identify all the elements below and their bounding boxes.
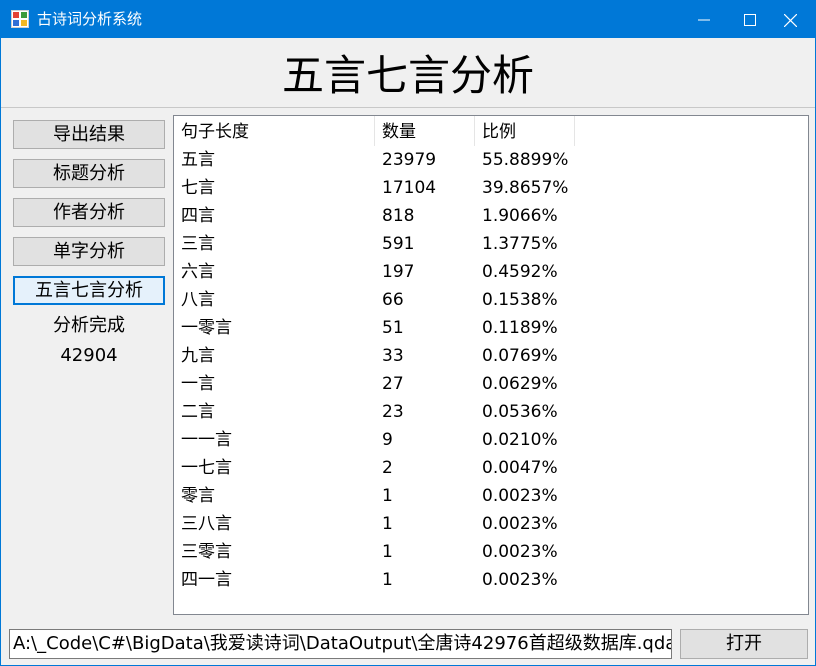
- column-header-ratio[interactable]: 比例: [475, 116, 575, 146]
- length-cell: 一零言: [181, 318, 232, 338]
- length-cell: 四一言: [181, 570, 232, 590]
- length-cell: 三言: [181, 234, 215, 254]
- ratio-cell: 0.1538%: [482, 290, 558, 310]
- results-list-view[interactable]: 句子长度 数量 比例 五言 23979 55.8899% 七言 17104 39.8657…: [173, 115, 809, 615]
- list-header: 句子长度 数量 比例: [174, 116, 808, 146]
- table-row[interactable]: 三八言 1 0.0023%: [174, 510, 808, 538]
- close-button[interactable]: [767, 1, 813, 38]
- page-title: 五言七言分析: [281, 51, 534, 100]
- column-header-count[interactable]: 数量: [375, 116, 475, 146]
- table-row[interactable]: 六言 197 0.4592%: [174, 258, 808, 286]
- app-grid-icon: [11, 10, 29, 28]
- status-text: 分析完成: [53, 315, 125, 336]
- character-analysis-button[interactable]: 单字分析: [13, 237, 165, 266]
- table-row[interactable]: 九言 33 0.0769%: [174, 342, 808, 370]
- author-analysis-button[interactable]: 作者分析: [13, 198, 165, 227]
- count-cell: 66: [382, 290, 404, 310]
- table-row[interactable]: 一一言 9 0.0210%: [174, 426, 808, 454]
- length-cell: 九言: [181, 346, 215, 366]
- table-row[interactable]: 一言 27 0.0629%: [174, 370, 808, 398]
- count-cell: 27: [382, 374, 404, 394]
- ratio-cell: 0.4592%: [482, 262, 558, 282]
- count-cell: 818: [382, 206, 415, 226]
- length-cell: 二言: [181, 402, 215, 422]
- length-cell: 三八言: [181, 514, 232, 534]
- ratio-cell: 0.0023%: [482, 486, 558, 506]
- count-cell: 1: [382, 486, 393, 506]
- count-cell: 23979: [382, 150, 437, 170]
- length-cell: 一一言: [181, 430, 232, 450]
- app-window: 古诗词分析系统 五言七言分析 导出结果 标题分析 作者分析 单字分析 五言七言分…: [0, 0, 816, 666]
- ratio-cell: 1.3775%: [482, 234, 558, 254]
- count-cell: 9: [382, 430, 393, 450]
- open-button[interactable]: 打开: [680, 629, 808, 659]
- table-row[interactable]: 五言 23979 55.8899%: [174, 146, 808, 174]
- count-cell: 1: [382, 542, 393, 562]
- table-row[interactable]: 四言 818 1.9066%: [174, 202, 808, 230]
- count-cell: 2: [382, 458, 393, 478]
- window-title: 古诗词分析系统: [37, 10, 143, 28]
- ratio-cell: 0.0536%: [482, 402, 558, 422]
- header-divider: [1, 107, 815, 108]
- table-row[interactable]: 四一言 1 0.0023%: [174, 566, 808, 594]
- count-cell: 591: [382, 234, 415, 254]
- table-row[interactable]: 零言 1 0.0023%: [174, 482, 808, 510]
- line-length-analysis-button[interactable]: 五言七言分析: [13, 276, 165, 305]
- result-count: 42904: [60, 345, 118, 366]
- length-cell: 五言: [181, 150, 215, 170]
- ratio-cell: 0.0023%: [482, 514, 558, 534]
- maximize-icon: [744, 14, 756, 26]
- ratio-cell: 0.1189%: [482, 318, 558, 338]
- export-results-button[interactable]: 导出结果: [13, 120, 165, 149]
- ratio-cell: 0.0023%: [482, 542, 558, 562]
- length-cell: 七言: [181, 178, 215, 198]
- column-header-length[interactable]: 句子长度: [174, 116, 375, 146]
- count-cell: 197: [382, 262, 415, 282]
- table-row[interactable]: 七言 17104 39.8657%: [174, 174, 808, 202]
- ratio-cell: 39.8657%: [482, 178, 569, 198]
- ratio-cell: 0.0769%: [482, 346, 558, 366]
- count-cell: 51: [382, 318, 404, 338]
- file-path-input[interactable]: A:\_Code\C#\BigData\我爱读诗词\DataOutput\全唐诗…: [9, 629, 672, 659]
- length-cell: 零言: [181, 486, 215, 506]
- count-cell: 1: [382, 514, 393, 534]
- ratio-cell: 0.0047%: [482, 458, 558, 478]
- count-cell: 33: [382, 346, 404, 366]
- table-row[interactable]: 一七言 2 0.0047%: [174, 454, 808, 482]
- length-cell: 三零言: [181, 542, 232, 562]
- ratio-cell: 55.8899%: [482, 150, 569, 170]
- table-row[interactable]: 三零言 1 0.0023%: [174, 538, 808, 566]
- length-cell: 四言: [181, 206, 215, 226]
- table-row[interactable]: 二言 23 0.0536%: [174, 398, 808, 426]
- ratio-cell: 0.0210%: [482, 430, 558, 450]
- ratio-cell: 1.9066%: [482, 206, 558, 226]
- table-row[interactable]: 三言 591 1.3775%: [174, 230, 808, 258]
- ratio-cell: 0.0629%: [482, 374, 558, 394]
- length-cell: 六言: [181, 262, 215, 282]
- minimize-button[interactable]: [681, 1, 727, 38]
- count-cell: 1: [382, 570, 393, 590]
- length-cell: 一言: [181, 374, 215, 394]
- count-cell: 17104: [382, 178, 437, 198]
- length-cell: 八言: [181, 290, 215, 310]
- count-cell: 23: [382, 402, 404, 422]
- title-analysis-button[interactable]: 标题分析: [13, 159, 165, 188]
- table-row[interactable]: 一零言 51 0.1189%: [174, 314, 808, 342]
- length-cell: 一七言: [181, 458, 232, 478]
- close-icon: [784, 14, 797, 27]
- ratio-cell: 0.0023%: [482, 570, 558, 590]
- table-row[interactable]: 八言 66 0.1538%: [174, 286, 808, 314]
- minimize-icon: [698, 19, 710, 21]
- title-bar[interactable]: 古诗词分析系统: [1, 1, 815, 38]
